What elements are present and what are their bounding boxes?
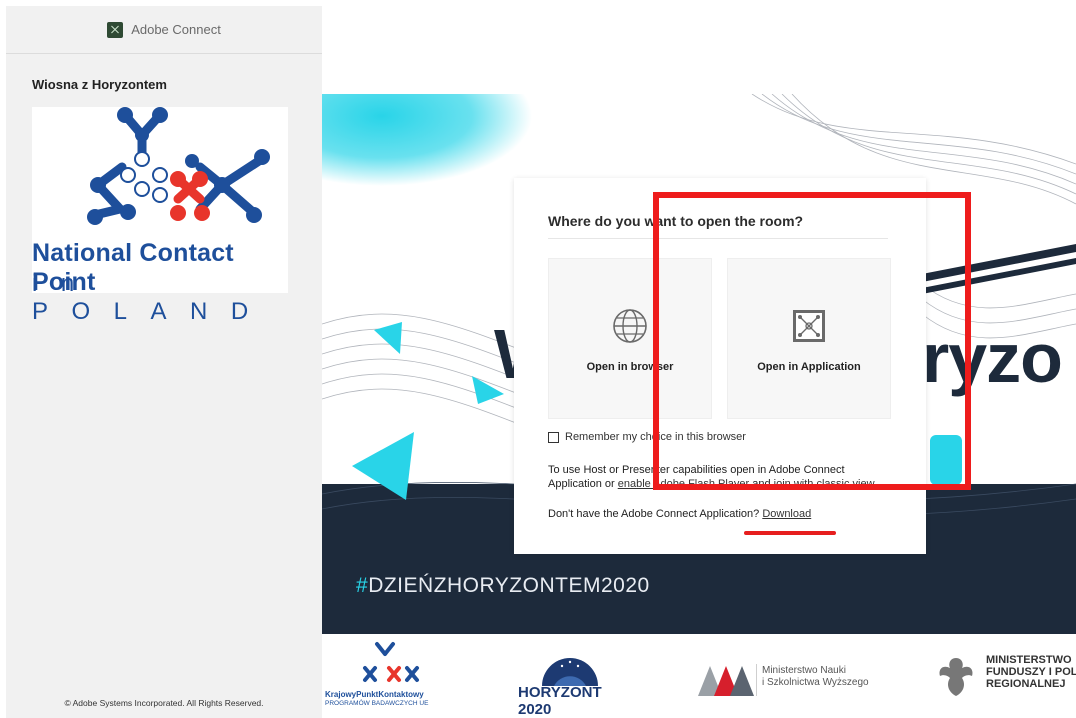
mfr-line2: FUNDUSZY I POL	[986, 666, 1076, 678]
app-header: Adobe Connect	[6, 6, 322, 54]
ministry-line2: i Szkolnictwa Wyższego	[762, 677, 869, 688]
sidebar: Adobe Connect Wiosna z Horyzontem Nation…	[6, 6, 322, 718]
copyright-text: © Adobe Systems Incorporated. All Rights…	[64, 698, 264, 708]
event-hashtag: #DZIEŃZHORYZONTEM2020	[356, 574, 650, 598]
room-name: Wiosna z Horyzontem	[32, 77, 167, 92]
ministry-science-logo: Ministerstwo Nauki i Szkolnictwa Wyższego	[698, 664, 888, 700]
hashtag-symbol: #	[356, 574, 369, 597]
hashtag-text: DZIEŃZHORYZONTEM2020	[368, 574, 650, 597]
red-highlight-box	[653, 192, 971, 490]
kpk-logo: KrajowyPunktKontaktowy PROGRAMÓW BADAWCZ…	[325, 640, 445, 712]
mfr-line3: REGIONALNEJ	[986, 678, 1066, 690]
remember-choice-checkbox[interactable]	[548, 431, 559, 443]
ministry-regional-logo: MINISTERSTWO FUNDUSZY I POL REGIONALNEJ	[936, 654, 1076, 710]
ministry-science-emblem	[698, 666, 754, 696]
download-link[interactable]: Download	[762, 508, 811, 520]
app-title: Adobe Connect	[131, 22, 221, 37]
ncp-logo: National Contact Point in POLAND	[32, 107, 288, 325]
mfr-line1: MINISTERSTWO	[986, 654, 1072, 666]
sponsor-footer: KrajowyPunktKontaktowy PROGRAMÓW BADAWCZ…	[322, 634, 1076, 718]
download-prompt-text: Don't have the Adobe Connect Application…	[548, 508, 763, 520]
horyzont-globe-graphic	[542, 658, 598, 686]
kpk-logo-line2: PROGRAMÓW BADAWCZYCH UE	[325, 700, 429, 707]
globe-icon	[613, 309, 647, 343]
polish-eagle-emblem	[939, 658, 973, 696]
ncp-molecule-graphic	[87, 107, 270, 225]
kpk-logo-line1: KrajowyPunktKontaktowy	[325, 690, 424, 699]
ministry-regional-text: MINISTERSTWO FUNDUSZY I POL REGIONALNEJ	[986, 654, 1076, 690]
ministry-line1: Ministerstwo Nauki	[762, 665, 846, 676]
ministry-science-text: Ministerstwo Nauki i Szkolnictwa Wyższego	[762, 665, 869, 689]
horyzont-logo-text: HORYZONT 2020	[518, 684, 602, 718]
red-highlight-underline	[744, 531, 836, 535]
horyzont-logo: HORYZONT 2020	[518, 652, 618, 718]
download-prompt: Don't have the Adobe Connect Application…	[548, 508, 811, 520]
adobe-connect-logo-icon	[107, 21, 124, 38]
ncp-logo-line2: in POLAND	[32, 270, 272, 325]
kpk-molecule-graphic	[363, 642, 419, 682]
ministry-divider	[756, 664, 757, 696]
